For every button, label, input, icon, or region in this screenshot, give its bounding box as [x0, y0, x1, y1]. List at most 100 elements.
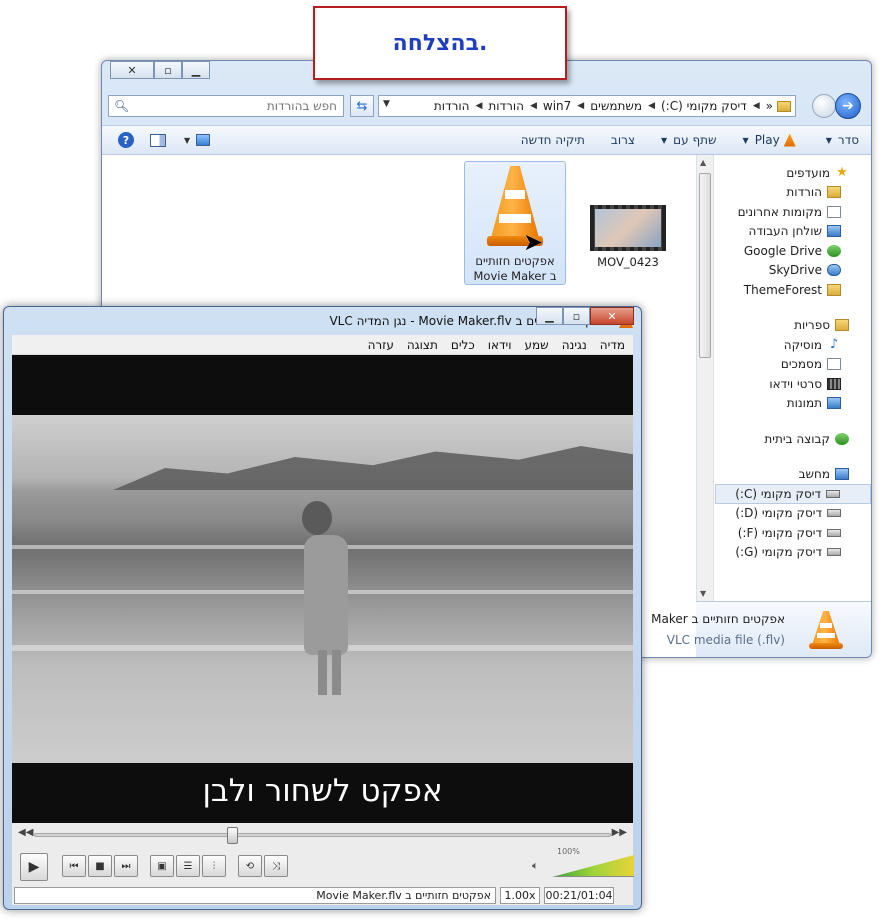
nav-item-pictures[interactable]: תמונות	[715, 394, 871, 414]
recent-places-icon	[827, 205, 841, 218]
details-pane: אפקטים חזותיים ב Maker VLC media file (.…	[651, 601, 871, 657]
file-item-vlc[interactable]: אפקטים חזותיים ב Movie Maker ➤	[464, 161, 566, 285]
chevron-down-icon[interactable]: ▼	[383, 99, 390, 109]
nav-item-documents[interactable]: מסמכים	[715, 355, 871, 375]
nav-homegroup[interactable]: קבוצה ביתית	[715, 429, 871, 449]
playback-rate[interactable]: 1.00x	[500, 887, 540, 904]
change-view-icon[interactable]	[196, 134, 211, 146]
extended-settings-button[interactable]: ⫶	[202, 855, 226, 877]
breadcrumb-item-users[interactable]: משתמשים	[590, 99, 642, 113]
previous-button[interactable]: ⏮	[62, 855, 86, 877]
stop-button[interactable]: ■	[88, 855, 112, 877]
seek-bar[interactable]	[34, 833, 611, 837]
nav-item-downloads[interactable]: הורדות	[715, 183, 871, 203]
play-icon: ▶	[28, 859, 40, 875]
volume-level	[552, 855, 634, 876]
menu-playback[interactable]: נגינה	[562, 338, 587, 352]
nav-item-skydrive[interactable]: SkyDrive	[715, 261, 871, 281]
menu-view[interactable]: תצוגה	[407, 338, 438, 352]
close-button[interactable]: ✕	[110, 61, 154, 79]
nav-item-desktop[interactable]: שולחן העבודה	[715, 222, 871, 242]
minimize-button[interactable]: ▁	[182, 61, 210, 79]
refresh-button[interactable]: ⇆	[350, 95, 374, 117]
play-button[interactable]: ▶	[20, 853, 48, 881]
shuffle-button[interactable]: ⤨	[264, 855, 288, 877]
breadcrumb-item-downloads[interactable]: הורדות	[488, 99, 524, 113]
organize-button[interactable]: סדר ▼	[826, 133, 859, 147]
scroll-down-icon[interactable]: ▼	[700, 589, 706, 598]
close-button[interactable]: ✕	[590, 307, 634, 325]
nav-item-google-drive[interactable]: Google Drive	[715, 241, 871, 261]
nav-libraries[interactable]: ספריות	[715, 316, 871, 336]
previous-icon: ⏮	[69, 860, 79, 872]
nav-label: מסמכים	[780, 357, 822, 372]
maximize-button[interactable]: ▫	[563, 307, 590, 325]
nav-item-drive-f[interactable]: דיסק מקומי (F:)	[715, 523, 871, 543]
nav-item-recent-places[interactable]: מקומות אחרונים	[715, 202, 871, 222]
speaker-icon[interactable]: 🔈︎	[532, 859, 539, 873]
scrollbar-thumb[interactable]	[699, 173, 711, 358]
menu-media[interactable]: מדיה	[600, 338, 625, 352]
drive-icon	[827, 528, 841, 537]
share-with-button[interactable]: שתף עם ▼	[661, 133, 717, 147]
video-output[interactable]: אפקט לשחור ולבן	[12, 355, 633, 823]
navigation-pane: ▲ ▼ ★ מועדפים הורדות מקומות אחרונים שולחן…	[696, 155, 871, 601]
menu-help[interactable]: עזרה	[368, 338, 394, 352]
search-input[interactable]	[137, 99, 337, 113]
playlist-icon: ☰	[183, 860, 193, 872]
breadcrumb-separator: ◀	[648, 101, 655, 111]
shuffle-icon: ⤨	[272, 860, 280, 872]
breadcrumb-more[interactable]: «	[766, 99, 773, 113]
playback-time[interactable]: 00:21/01:04	[544, 887, 614, 904]
maximize-button[interactable]: ▫	[154, 61, 182, 79]
breadcrumb[interactable]: « ◀ דיסק מקומי (C:) ◀ משתמשים ◀ win7 ◀ ה…	[378, 95, 796, 117]
chevron-down-icon[interactable]: ▼	[184, 136, 190, 145]
loop-icon: ⟲	[245, 860, 255, 872]
back-button[interactable]	[812, 94, 836, 118]
nav-scrollbar[interactable]: ▲ ▼	[697, 155, 714, 601]
nav-item-videos[interactable]: סרטי וידאו	[715, 374, 871, 394]
nav-favorites[interactable]: ★ מועדפים	[715, 163, 871, 183]
preview-pane-icon[interactable]	[150, 133, 166, 147]
view-controls: ? ▼	[118, 132, 211, 148]
nav-item-drive-g[interactable]: דיסק מקומי (G:)	[715, 543, 871, 563]
nav-label: שולחן העבודה	[748, 224, 822, 239]
status-file-name: אפקטים חזותיים ב Movie Maker.flv	[14, 887, 496, 904]
nav-item-drive-d[interactable]: דיסק מקומי (D:)	[715, 504, 871, 524]
forward-button[interactable]: ➔	[835, 93, 861, 119]
scroll-up-icon[interactable]: ▲	[700, 158, 706, 167]
breadcrumb-item-win7[interactable]: win7	[543, 99, 571, 113]
play-button[interactable]: Play ▼	[743, 133, 800, 147]
loop-button[interactable]: ⟲	[238, 855, 262, 877]
child-figure	[302, 501, 332, 535]
menu-audio[interactable]: שמע	[525, 338, 549, 352]
burn-label: צרוב	[610, 133, 636, 147]
minimize-button[interactable]: ▁	[536, 307, 563, 325]
fullscreen-button[interactable]: ▣	[150, 855, 174, 877]
music-icon: ♪	[829, 336, 839, 352]
playlist-button[interactable]: ☰	[176, 855, 200, 877]
breadcrumb-item-drive[interactable]: דיסק מקומי (C:)	[661, 99, 747, 113]
file-item-video[interactable]: MOV_0423	[588, 201, 668, 271]
next-button[interactable]: ⏭	[114, 855, 138, 877]
burn-button[interactable]: צרוב	[611, 133, 635, 147]
vlc-menu-bar: מדיה נגינה שמע וידאו כלים תצוגה עזרה	[12, 335, 633, 355]
menu-tools[interactable]: כלים	[451, 338, 475, 352]
nav-computer[interactable]: מחשב	[715, 465, 871, 485]
nav-item-drive-c[interactable]: דיסק מקומי (C:)	[715, 484, 871, 504]
volume-slider[interactable]	[552, 855, 634, 877]
child-figure	[332, 650, 341, 695]
nav-label: קבוצה ביתית	[764, 431, 830, 446]
nav-label: מועדפים	[786, 165, 830, 180]
help-icon[interactable]: ?	[118, 132, 134, 148]
fast-forward-icon[interactable]: ▶▶	[612, 827, 627, 838]
nav-label: SkyDrive	[768, 263, 822, 278]
breadcrumb-item-downloads-current[interactable]: הורדות	[434, 99, 470, 113]
menu-video[interactable]: וידאו	[488, 338, 512, 352]
search-box[interactable]: 🔍︎	[108, 95, 344, 117]
seek-handle[interactable]	[227, 827, 238, 844]
nav-item-music[interactable]: ♪ מוסיקה	[715, 335, 871, 355]
nav-item-themeforest[interactable]: ThemeForest	[715, 280, 871, 300]
new-folder-button[interactable]: תיקיה חדשה	[521, 133, 585, 147]
rewind-icon[interactable]: ◀◀	[18, 827, 33, 838]
